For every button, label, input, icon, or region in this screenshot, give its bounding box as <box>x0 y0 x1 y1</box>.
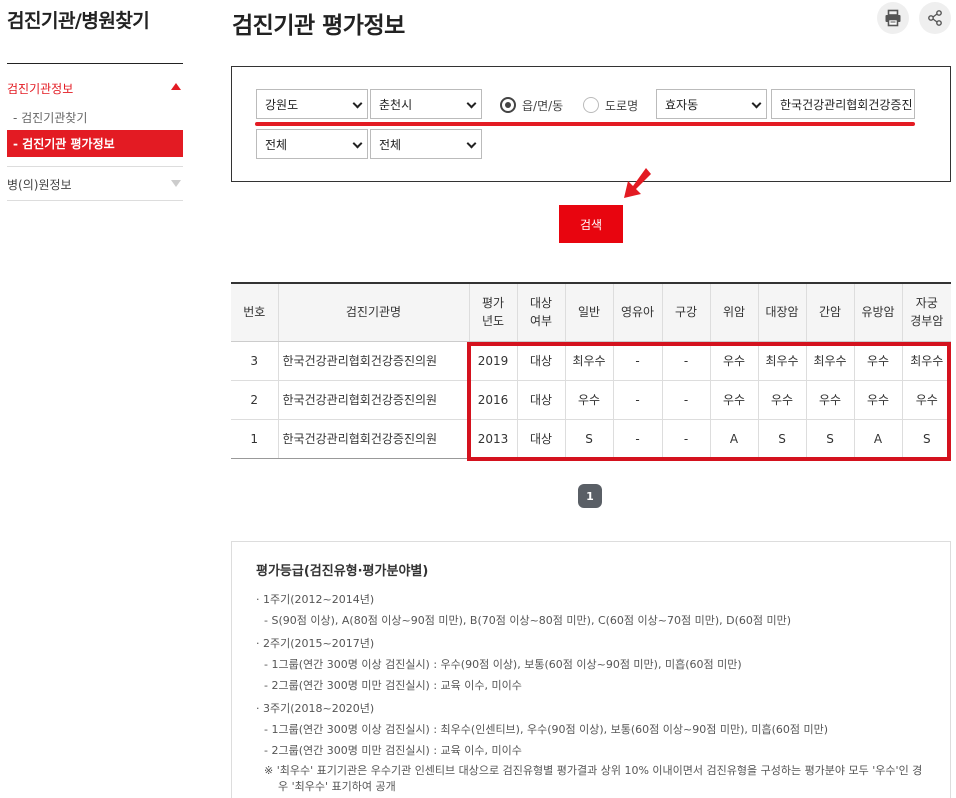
info-cycle-detail: - 1그룹(연간 300명 이상 검진실시) : 최우수(인센티브), 우수(9… <box>264 723 829 736</box>
info-cycle: · 1주기(2012~2014년) <box>256 593 375 606</box>
chevron-down-icon <box>352 138 363 149</box>
sidebar-divider <box>7 166 183 167</box>
institution-input[interactable]: 한국건강관리협회건강증진 <box>771 89 915 119</box>
pointer-arrow-icon <box>624 168 651 198</box>
filter2-select[interactable]: 전체 <box>370 129 482 159</box>
info-cycle-detail: - S(90점 이상), A(80점 이상~90점 미만), B(70점 이상~… <box>264 614 792 627</box>
radio-road-name[interactable]: 도로명 <box>583 96 638 114</box>
column-header: 일반 <box>564 282 613 342</box>
sidebar-title: 검진기관/병원찾기 <box>7 10 150 32</box>
highlight-underline <box>255 122 915 126</box>
sidebar-subitem-find[interactable]: - 검진기관찾기 <box>13 109 87 126</box>
chevron-down-icon <box>171 180 181 187</box>
table-cell: 3 <box>231 341 278 381</box>
sidebar-subitem-evaluation[interactable]: - 검진기관 평가정보 <box>7 130 183 157</box>
column-header: 평가 년도 <box>468 282 517 342</box>
institution-name-cell[interactable]: 한국건강관리협회건강증진의원 <box>277 419 469 459</box>
info-cycle: · 2주기(2015~2017년) <box>256 637 375 650</box>
chevron-down-icon <box>751 98 762 109</box>
info-cycle: · 3주기(2018~2020년) <box>256 702 375 715</box>
column-header: 자궁 경부암 <box>901 282 951 342</box>
radio-label: 읍/면/동 <box>522 98 564 113</box>
info-cycle-detail: - 2그룹(연간 300명 미만 검진실시) : 교육 이수, 미이수 <box>264 744 522 757</box>
print-icon <box>885 9 901 27</box>
select-value: 전체 <box>265 138 288 152</box>
column-header: 대상 여부 <box>516 282 565 342</box>
select-value: 전체 <box>379 138 402 152</box>
column-header: 구강 <box>661 282 710 342</box>
page-title: 검진기관 평가정보 <box>232 13 405 39</box>
page-button-1[interactable]: 1 <box>578 484 602 508</box>
table-cell: 1 <box>231 419 278 459</box>
sidebar-item-label: 병(의)원정보 <box>7 178 72 192</box>
sidebar-item-clinic-info[interactable]: 병(의)원정보 <box>7 176 183 193</box>
info-cycle-detail: - 1그룹(연간 300명 이상 검진실시) : 우수(90점 이상), 보통(… <box>264 658 742 671</box>
chevron-down-icon <box>466 138 477 149</box>
sidebar-divider <box>7 200 183 201</box>
province-select[interactable]: 강원도 <box>256 89 368 119</box>
column-header: 번호 <box>231 282 278 342</box>
info-note: ※ '최우수' 표기기관은 우수기관 인센티브 대상으로 검진유형별 평가결과 … <box>264 764 923 793</box>
info-title: 평가등급(검진유형·평가분야별) <box>256 564 429 579</box>
print-button[interactable] <box>877 2 909 34</box>
filter1-select[interactable]: 전체 <box>256 129 368 159</box>
select-value: 강원도 <box>265 98 299 112</box>
share-button[interactable] <box>919 2 951 34</box>
table-header-row: 번호 검진기관명 평가 년도 대상 여부 일반 영유아 구강 위암 대장암 간암 유방암 자궁 경부암 <box>231 282 951 342</box>
column-header: 영유아 <box>612 282 662 342</box>
grade-info-panel: 평가등급(검진유형·평가분야별) · 1주기(2012~2014년) - S(9… <box>231 541 951 798</box>
chevron-up-icon <box>171 83 181 90</box>
select-value: 효자동 <box>665 98 699 112</box>
table-cell: 2 <box>231 380 278 420</box>
column-header: 유방암 <box>853 282 902 342</box>
city-select[interactable]: 춘천시 <box>370 89 482 119</box>
column-header: 대장암 <box>757 282 806 342</box>
radio-checked-icon <box>500 97 516 113</box>
input-value: 한국건강관리협회건강증진 <box>780 98 913 112</box>
sidebar-item-checkup-info[interactable]: 검진기관정보 <box>7 80 183 97</box>
radio-eupmyeondong[interactable]: 읍/면/동 <box>500 96 563 114</box>
sidebar-item-label: 검진기관정보 <box>7 82 74 96</box>
select-value: 춘천시 <box>379 98 413 112</box>
institution-name-cell[interactable]: 한국건강관리협회건강증진의원 <box>277 380 469 420</box>
dong-select[interactable]: 효자동 <box>656 89 767 119</box>
radio-label: 도로명 <box>605 98 639 113</box>
chevron-down-icon <box>466 98 477 109</box>
search-button[interactable]: 검색 <box>559 205 623 243</box>
sidebar-divider <box>7 63 183 64</box>
column-header: 검진기관명 <box>277 282 469 342</box>
column-header: 간암 <box>805 282 854 342</box>
institution-name-cell[interactable]: 한국건강관리협회건강증진의원 <box>277 341 469 381</box>
info-cycle-detail: - 2그룹(연간 300명 미만 검진실시) : 교육 이수, 미이수 <box>264 679 522 692</box>
chevron-down-icon <box>352 98 363 109</box>
radio-unchecked-icon <box>583 97 599 113</box>
share-icon <box>928 10 942 26</box>
highlight-box <box>467 342 951 461</box>
column-header: 위암 <box>709 282 758 342</box>
